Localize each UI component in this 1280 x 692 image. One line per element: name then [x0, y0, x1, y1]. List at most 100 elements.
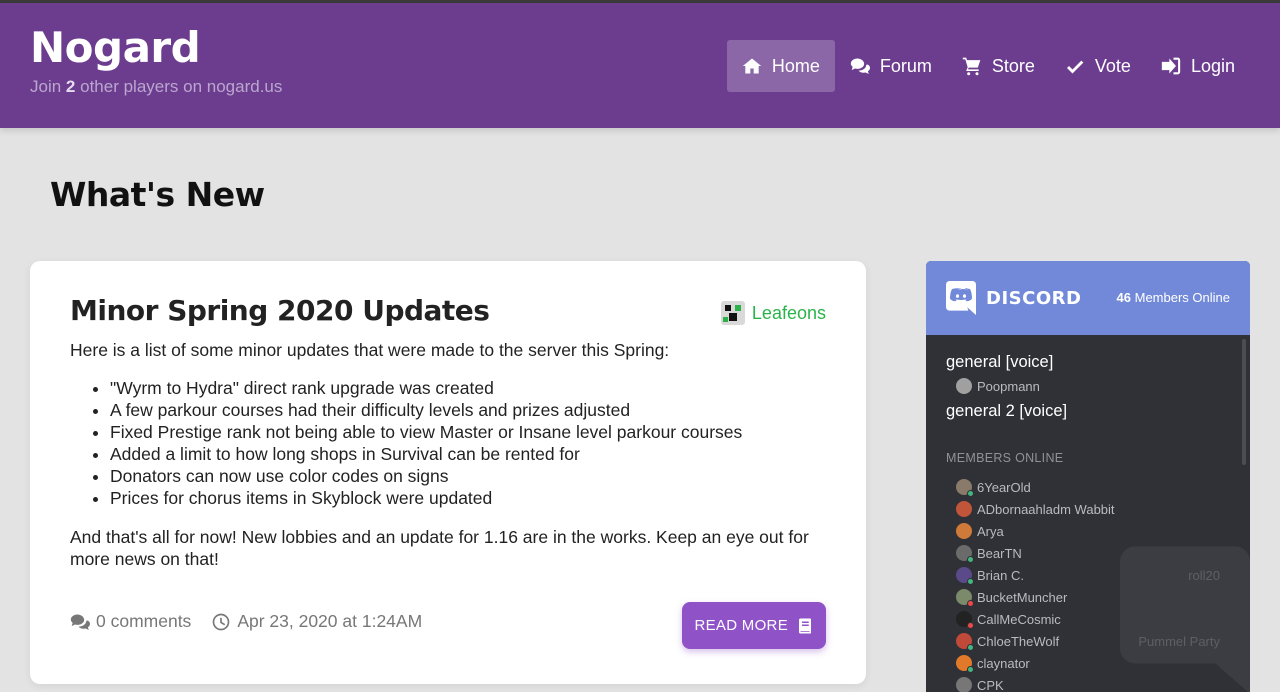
nav-forum[interactable]: Forum — [835, 40, 947, 92]
avatar — [956, 523, 972, 539]
post-meta: 0 comments Apr 23, 2020 at 1:24AM — [70, 611, 442, 632]
member-name: BearTN — [977, 545, 1022, 561]
nav-login[interactable]: Login — [1146, 40, 1250, 92]
nav-home[interactable]: Home — [726, 40, 835, 92]
status-dot — [967, 556, 974, 563]
widget-scrollbar[interactable] — [1242, 339, 1246, 465]
member-name: claynator — [977, 655, 1030, 671]
discord-brand: DISCORD — [986, 287, 1082, 309]
post-outro: And that's all for now! New lobbies and … — [70, 527, 809, 569]
sub-suffix: other players on nogard.us — [80, 77, 283, 96]
avatar — [956, 655, 974, 673]
update-item: Prices for chorus items in Skyblock were… — [110, 487, 830, 509]
post-title[interactable]: Minor Spring 2020 Updates — [70, 294, 490, 327]
discord-icon — [946, 281, 976, 315]
main-nav: Home Forum Store Vote Login — [726, 40, 1250, 92]
comments-icon — [850, 56, 870, 76]
discord-logo[interactable]: DISCORD — [946, 281, 1081, 315]
post-date: Apr 23, 2020 at 1:24AM — [211, 611, 422, 632]
site-header: Nogard Join 2 other players on nogard.us… — [0, 3, 1280, 128]
nav-vote[interactable]: Vote — [1050, 40, 1146, 92]
members-online-label: MEMBERS ONLINE — [946, 451, 1064, 465]
member-name: ChloeTheWolf — [977, 633, 1060, 649]
status-dot — [967, 644, 974, 651]
brand[interactable]: Nogard Join 2 other players on nogard.us — [30, 24, 282, 97]
read-more-button[interactable]: READ MORE — [682, 602, 826, 649]
site-title[interactable]: Nogard — [30, 24, 282, 72]
status-dot — [967, 622, 974, 629]
status-dot — [967, 666, 974, 673]
status-dot — [967, 600, 974, 607]
avatar — [956, 545, 974, 563]
member-name: ADbornaahladm Wabbit — [977, 501, 1115, 517]
avatar — [956, 501, 972, 517]
update-item: Donators can now use color codes on sign… — [110, 465, 830, 487]
cart-icon — [962, 56, 982, 76]
member-game: Pummel Party — [1138, 633, 1220, 649]
avatar — [956, 677, 972, 692]
member-item[interactable]: BucketMuncher — [956, 586, 1230, 608]
nav-vote-label: Vote — [1094, 55, 1131, 76]
member-name: BucketMuncher — [977, 589, 1068, 605]
member-name: 6YearOld — [977, 479, 1031, 495]
comments-icon — [70, 614, 90, 630]
update-item: Added a limit to how long shops in Survi… — [110, 443, 830, 465]
online-label: Members Online — [1134, 290, 1230, 305]
nav-forum-label: Forum — [879, 55, 932, 76]
member-item[interactable]: Brian C. roll20 — [956, 564, 1230, 586]
member-item[interactable]: Arya — [956, 520, 1230, 542]
book-icon — [799, 618, 811, 633]
avatar — [956, 378, 972, 394]
news-post: Minor Spring 2020 Updates Leafeons Here … — [30, 261, 866, 684]
update-list: "Wyrm to Hydra" direct rank upgrade was … — [110, 377, 830, 509]
channel-general-2: general 2 [voice] — [946, 402, 1068, 420]
date-text: Apr 23, 2020 at 1:24AM — [237, 611, 423, 631]
avatar — [956, 567, 974, 585]
post-body: Here is a list of some minor updates tha… — [70, 339, 830, 570]
member-item[interactable]: ADbornaahladm Wabbit — [956, 498, 1230, 520]
channel-general: general [voice] — [946, 353, 1054, 371]
avatar — [956, 479, 974, 497]
check-icon — [1065, 56, 1085, 76]
member-item[interactable]: claynator — [956, 652, 1230, 674]
nav-home-label: Home — [771, 55, 820, 76]
comments-count: 0 comments — [96, 611, 192, 631]
member-list: 6YearOld ADbornaahladm Wabbit Arya BearTN Br… — [946, 476, 1230, 692]
avatar — [956, 611, 974, 629]
status-dot — [967, 578, 974, 585]
discord-body: general [voice] Poopmann general 2 [voic… — [926, 335, 1250, 692]
clock-icon — [212, 613, 230, 630]
member-name: CallMeCosmic — [977, 611, 1061, 627]
member-item[interactable]: CallMeCosmic — [956, 608, 1230, 630]
page-heading: What's New — [50, 175, 265, 214]
member-game: roll20 — [1188, 567, 1220, 583]
comments-link[interactable]: 0 comments — [70, 611, 191, 632]
member-item[interactable]: 6YearOld — [956, 476, 1230, 498]
read-more-label: READ MORE — [694, 617, 788, 634]
member-item[interactable]: ChloeTheWolf Pummel Party — [956, 630, 1230, 652]
discord-widget: DISCORD 46 Members Online general [voice… — [926, 261, 1250, 692]
sign-in-icon — [1161, 56, 1181, 76]
member-item[interactable]: CPK — [956, 674, 1230, 692]
player-count: 2 — [65, 77, 76, 96]
player-count-text: Join 2 other players on nogard.us — [30, 77, 282, 97]
home-icon — [742, 56, 762, 76]
post-intro: Here is a list of some minor updates tha… — [70, 340, 670, 360]
online-count-text: 46 Members Online — [1117, 290, 1230, 305]
update-item: "Wyrm to Hydra" direct rank upgrade was … — [110, 377, 830, 399]
nav-store-label: Store — [991, 55, 1035, 76]
member-name: Arya — [977, 523, 1004, 539]
update-item: A few parkour courses had their difficul… — [110, 399, 830, 421]
nav-store[interactable]: Store — [947, 40, 1050, 92]
online-count: 46 — [1116, 290, 1131, 305]
voice-user: Poopmann — [956, 378, 1230, 394]
discord-header: DISCORD 46 Members Online — [926, 261, 1250, 335]
avatar — [956, 589, 974, 607]
member-name: Brian C. — [977, 567, 1024, 583]
author-avatar — [720, 301, 745, 325]
member-name: CPK — [977, 677, 1004, 692]
update-item: Fixed Prestige rank not being able to vi… — [110, 421, 830, 443]
member-item[interactable]: BearTN — [956, 542, 1230, 564]
sub-prefix: Join — [30, 77, 62, 96]
post-author[interactable]: Leafeons — [720, 301, 826, 325]
